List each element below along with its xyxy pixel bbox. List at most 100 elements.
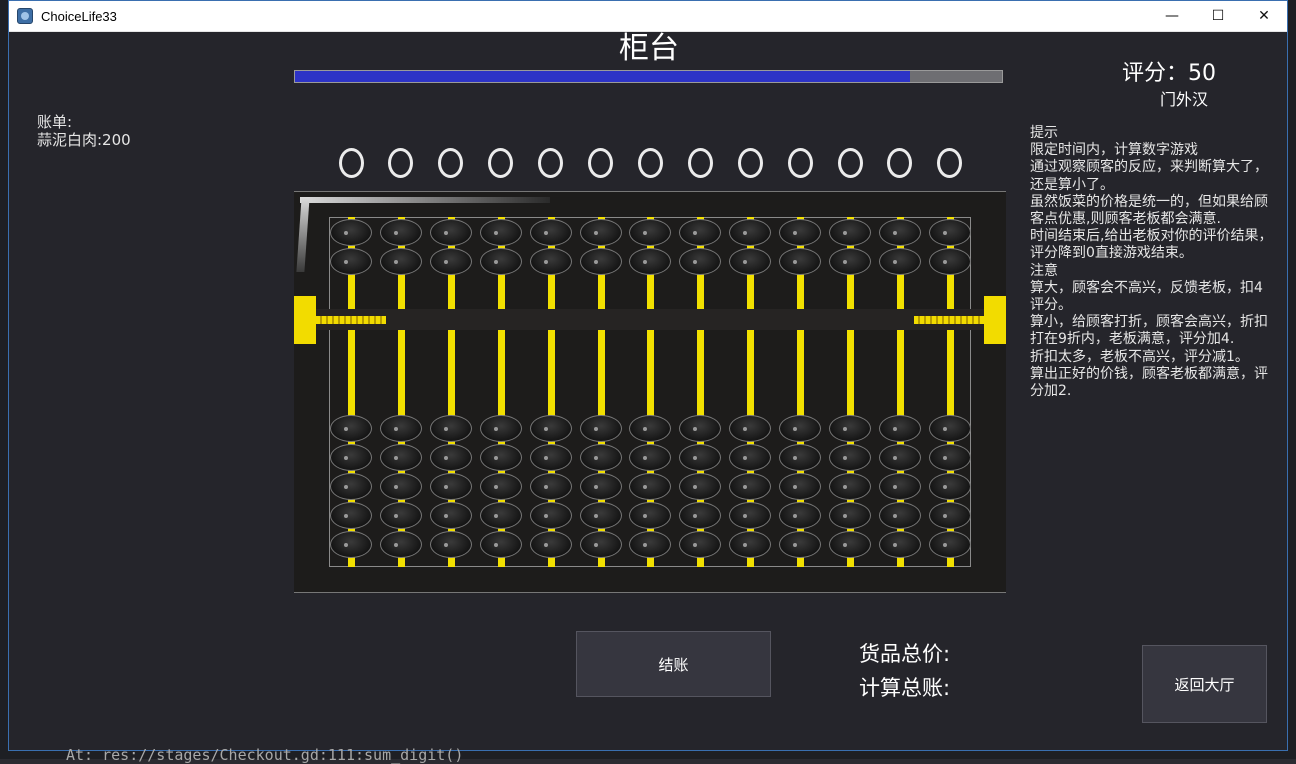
goods-total-label: 货品总价: (859, 642, 951, 666)
abacus-upper-bead[interactable] (479, 248, 522, 275)
abacus-upper-bead[interactable] (379, 219, 422, 246)
abacus-lower-bead[interactable] (878, 473, 921, 500)
abacus-lower-bead[interactable] (928, 415, 971, 442)
abacus-lower-bead[interactable] (878, 444, 921, 471)
back-to-lobby-button[interactable]: 返回大厅 (1142, 645, 1267, 723)
abacus-lower-bead[interactable] (330, 473, 372, 500)
abacus-lower-bead[interactable] (829, 531, 871, 558)
abacus-lower-bead[interactable] (679, 502, 722, 529)
abacus-lower-bead[interactable] (429, 531, 472, 558)
abacus-lower-bead[interactable] (779, 502, 822, 529)
abacus-upper-bead[interactable] (729, 248, 772, 275)
abacus-lower-bead[interactable] (878, 531, 921, 558)
abacus-upper-bead[interactable] (928, 248, 971, 275)
abacus-lower-bead[interactable] (928, 473, 971, 500)
abacus-upper-bead[interactable] (829, 219, 871, 246)
abacus-lower-bead[interactable] (379, 502, 422, 529)
abacus-lower-bead[interactable] (679, 473, 722, 500)
abacus-lower-bead[interactable] (529, 444, 572, 471)
abacus-lower-bead[interactable] (379, 444, 422, 471)
digit-circle (837, 148, 863, 178)
abacus-lower-bead[interactable] (579, 502, 622, 529)
abacus-lower-bead[interactable] (330, 444, 372, 471)
abacus-lower-bead[interactable] (529, 502, 572, 529)
minimize-button[interactable]: — (1149, 1, 1195, 31)
abacus-lower-bead[interactable] (729, 444, 772, 471)
abacus-upper-bead[interactable] (878, 219, 921, 246)
abacus-upper-bead[interactable] (928, 219, 971, 246)
abacus-lower-bead[interactable] (679, 531, 722, 558)
right-screw (914, 316, 984, 324)
abacus-upper-bead[interactable] (479, 219, 522, 246)
abacus (294, 191, 1006, 593)
abacus-lower-bead[interactable] (829, 415, 871, 442)
abacus-upper-bead[interactable] (529, 219, 572, 246)
abacus-upper-bead[interactable] (579, 219, 622, 246)
abacus-lower-bead[interactable] (829, 473, 871, 500)
abacus-lower-bead[interactable] (479, 444, 522, 471)
abacus-lower-bead[interactable] (878, 415, 921, 442)
abacus-lower-bead[interactable] (529, 415, 572, 442)
abacus-lower-bead[interactable] (579, 473, 622, 500)
abacus-lower-bead[interactable] (928, 531, 971, 558)
abacus-upper-bead[interactable] (779, 219, 822, 246)
abacus-lower-bead[interactable] (379, 415, 422, 442)
abacus-lower-bead[interactable] (379, 473, 422, 500)
abacus-lower-bead[interactable] (479, 415, 522, 442)
abacus-lower-bead[interactable] (579, 531, 622, 558)
hint-line: 注意 (1030, 262, 1058, 279)
abacus-lower-bead[interactable] (330, 502, 372, 529)
abacus-upper-bead[interactable] (429, 248, 472, 275)
abacus-lower-bead[interactable] (429, 415, 472, 442)
abacus-upper-bead[interactable] (330, 248, 372, 275)
abacus-lower-bead[interactable] (579, 415, 622, 442)
abacus-lower-bead[interactable] (429, 444, 472, 471)
abacus-upper-bead[interactable] (878, 248, 921, 275)
abacus-lower-bead[interactable] (579, 444, 622, 471)
abacus-lower-bead[interactable] (429, 473, 472, 500)
app-window: ChoiceLife33 — ☐ ✕ 柜台 评分：50 门外汉 账单: 蒜泥白肉… (8, 0, 1288, 751)
abacus-lower-bead[interactable] (379, 531, 422, 558)
bill-item: 蒜泥白肉:200 (37, 131, 131, 149)
abacus-upper-bead[interactable] (829, 248, 871, 275)
abacus-upper-bead[interactable] (779, 248, 822, 275)
abacus-lower-bead[interactable] (330, 415, 372, 442)
close-button[interactable]: ✕ (1241, 1, 1287, 31)
abacus-upper-bead[interactable] (679, 219, 722, 246)
abacus-upper-bead[interactable] (729, 219, 772, 246)
abacus-lower-bead[interactable] (729, 415, 772, 442)
abacus-lower-bead[interactable] (928, 502, 971, 529)
abacus-lower-bead[interactable] (429, 502, 472, 529)
abacus-lower-bead[interactable] (479, 531, 522, 558)
checkout-button[interactable]: 结账 (576, 631, 771, 697)
abacus-lower-bead[interactable] (779, 415, 822, 442)
abacus-lower-bead[interactable] (479, 473, 522, 500)
abacus-lower-bead[interactable] (729, 473, 772, 500)
abacus-lower-bead[interactable] (330, 531, 372, 558)
abacus-lower-bead[interactable] (529, 473, 572, 500)
abacus-lower-bead[interactable] (779, 473, 822, 500)
abacus-lower-bead[interactable] (829, 444, 871, 471)
abacus-lower-bead[interactable] (679, 444, 722, 471)
right-clamp (984, 296, 1006, 344)
abacus-lower-bead[interactable] (779, 444, 822, 471)
abacus-lower-bead[interactable] (679, 415, 722, 442)
abacus-lower-bead[interactable] (529, 531, 572, 558)
abacus-lower-bead[interactable] (928, 444, 971, 471)
abacus-upper-bead[interactable] (679, 248, 722, 275)
abacus-lower-bead[interactable] (729, 502, 772, 529)
abacus-upper-bead[interactable] (579, 248, 622, 275)
abacus-lower-bead[interactable] (878, 502, 921, 529)
abacus-lower-bead[interactable] (829, 502, 871, 529)
abacus-lower-bead[interactable] (779, 531, 822, 558)
score-label: 评分： (1121, 61, 1188, 86)
abacus-upper-bead[interactable] (429, 219, 472, 246)
digit-circle (588, 148, 613, 178)
title-bar[interactable]: ChoiceLife33 — ☐ ✕ (9, 1, 1287, 32)
abacus-upper-bead[interactable] (330, 219, 372, 246)
abacus-lower-bead[interactable] (479, 502, 522, 529)
maximize-button[interactable]: ☐ (1195, 1, 1241, 31)
abacus-upper-bead[interactable] (529, 248, 572, 275)
abacus-upper-bead[interactable] (379, 248, 422, 275)
abacus-lower-bead[interactable] (729, 531, 772, 558)
